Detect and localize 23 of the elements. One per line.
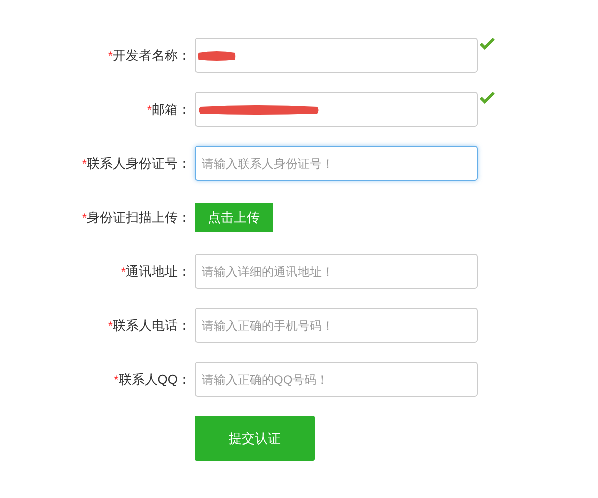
required-mark: * xyxy=(108,318,113,334)
required-mark: * xyxy=(147,102,152,118)
upload-button[interactable]: 点击上传 xyxy=(195,203,273,232)
field-label: 邮箱： xyxy=(152,100,191,119)
text-field[interactable] xyxy=(195,38,478,73)
required-mark: * xyxy=(82,210,87,226)
field-label: 开发者名称： xyxy=(113,46,191,65)
input-field[interactable]: 请输入联系人身份证号！ xyxy=(195,146,478,181)
required-mark: * xyxy=(114,372,119,388)
required-mark: * xyxy=(108,48,113,64)
input-field[interactable]: 请输入详细的通讯地址！ xyxy=(195,254,478,289)
input-field[interactable]: 请输入正确的手机号码！ xyxy=(195,308,478,343)
redaction-mark xyxy=(198,50,236,62)
field-label: 联系人电话： xyxy=(113,316,191,335)
required-mark: * xyxy=(121,264,126,280)
input-field[interactable]: 请输入正确的QQ号码！ xyxy=(195,362,478,397)
field-label: 联系人QQ： xyxy=(118,370,191,389)
text-field[interactable] xyxy=(195,92,478,127)
field-label: 身份证扫描上传： xyxy=(87,208,191,227)
field-label: 联系人身份证号： xyxy=(87,154,191,173)
field-label: 通讯地址： xyxy=(126,262,191,281)
submit-button[interactable]: 提交认证 xyxy=(195,416,315,461)
required-mark: * xyxy=(82,156,87,172)
